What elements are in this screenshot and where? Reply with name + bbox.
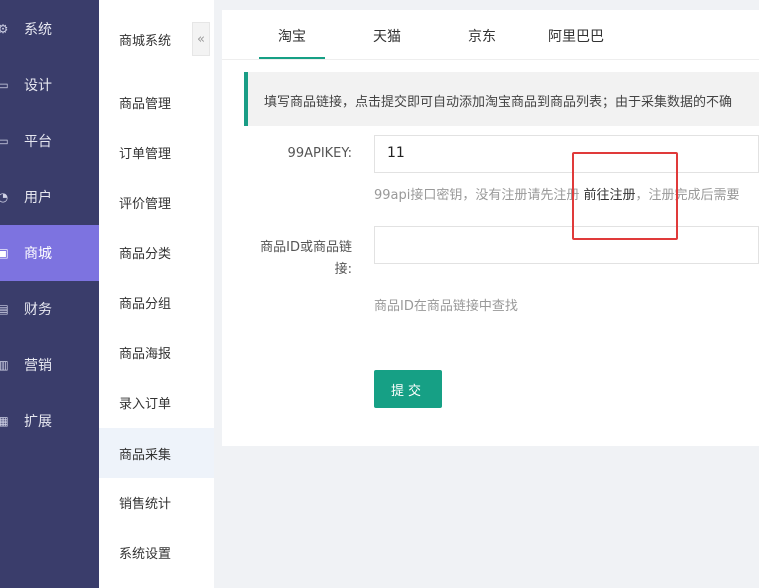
primary-sidebar: ⚙ 系统 ▭ 设计 ▭ 平台 ◔ 用户 ▣ 商城 ▤ 财务 ▥ 营销 ▦ 扩展 — [0, 0, 99, 588]
nav1-item-design[interactable]: ▭ 设计 — [0, 57, 99, 113]
notice-text: 填写商品链接，点击提交即可自动添加淘宝商品到商品列表；由于采集数据的不确 — [264, 95, 733, 110]
nav2-item-order-manage[interactable]: 订单管理 — [99, 127, 214, 177]
grid-icon: ▦ — [0, 414, 9, 428]
nav1-item-platform[interactable]: ▭ 平台 — [0, 113, 99, 169]
apikey-hint-text: 99api接口密钥，没有注册请先注册 — [374, 188, 584, 203]
tab-tmall[interactable]: 天猫 — [373, 26, 401, 46]
nav1-item-label: 扩展 — [24, 414, 52, 430]
tab-jd[interactable]: 京东 — [468, 26, 496, 46]
nav1-item-label: 平台 — [24, 134, 52, 150]
notice-banner: 填写商品链接，点击提交即可自动添加淘宝商品到商品列表；由于采集数据的不确 — [244, 72, 759, 126]
nav1-item-label: 营销 — [24, 358, 52, 374]
apikey-hint: 99api接口密钥，没有注册请先注册 前往注册，注册完成后需要 — [374, 184, 740, 203]
nav2-item-goods-group[interactable]: 商品分组 — [99, 277, 214, 327]
active-tab-indicator — [259, 57, 325, 59]
goods-link-label-line1: 商品ID或商品链 — [260, 240, 352, 255]
nav1-item-label: 用户 — [24, 190, 52, 206]
nav2-item-system-settings[interactable]: 系统设置 — [99, 527, 214, 577]
platform-tabs: 淘宝 天猫 京东 阿里巴巴 — [222, 10, 759, 60]
nav1-item-mall[interactable]: ▣ 商城 — [0, 225, 99, 281]
nav1-item-label: 财务 — [24, 302, 52, 318]
goods-link-hint: 商品ID在商品链接中查找 — [374, 299, 518, 314]
nav2-item-sales-stats[interactable]: 销售统计 — [99, 477, 214, 527]
apikey-value: 11 — [387, 145, 405, 161]
collapse-sidebar-button[interactable]: « — [192, 22, 210, 56]
nav1-item-marketing[interactable]: ▥ 营销 — [0, 337, 99, 393]
highlight-box — [572, 152, 678, 240]
user-icon: ◔ — [0, 190, 9, 204]
nav2-item-goods-poster[interactable]: 商品海报 — [99, 327, 214, 377]
nav1-item-finance[interactable]: ▤ 财务 — [0, 281, 99, 337]
goods-link-label: 商品ID或商品链 接: — [242, 237, 352, 281]
nav2-item-goods-manage[interactable]: 商品管理 — [99, 77, 214, 127]
tab-alibaba[interactable]: 阿里巴巴 — [548, 26, 604, 46]
monitor-icon: ▭ — [0, 78, 9, 92]
nav2-item-review-manage[interactable]: 评价管理 — [99, 177, 214, 227]
nav2-item-enter-order[interactable]: 录入订单 — [99, 377, 214, 427]
apikey-label: 99APIKEY: — [287, 146, 352, 161]
submit-button[interactable]: 提交 — [374, 370, 442, 408]
wallet-icon: ▤ — [0, 302, 9, 316]
monitor-icon: ▭ — [0, 134, 9, 148]
nav1-item-user[interactable]: ◔ 用户 — [0, 169, 99, 225]
nav1-item-label: 商城 — [24, 246, 52, 262]
secondary-sidebar: 商城系统 商品管理 订单管理 评价管理 商品分类 商品分组 商品海报 录入订单 … — [99, 0, 214, 588]
cart-icon: ▣ — [0, 246, 9, 260]
collect-card: 淘宝 天猫 京东 阿里巴巴 填写商品链接，点击提交即可自动添加淘宝商品到商品列表… — [222, 10, 759, 446]
tab-taobao[interactable]: 淘宝 — [278, 26, 306, 46]
nav2-item-goods-collect[interactable]: 商品采集 — [99, 428, 214, 478]
nav1-item-label: 设计 — [24, 78, 52, 94]
apikey-input[interactable]: 11 — [374, 135, 759, 173]
chart-icon: ▥ — [0, 358, 9, 372]
nav1-item-extend[interactable]: ▦ 扩展 — [0, 393, 99, 449]
nav2-item-goods-category[interactable]: 商品分类 — [99, 227, 214, 277]
goods-link-label-line2: 接: — [334, 262, 352, 277]
goods-link-input[interactable] — [374, 226, 759, 264]
nav1-item-system[interactable]: ⚙ 系统 — [0, 1, 99, 57]
nav1-item-label: 系统 — [24, 22, 52, 38]
gear-icon: ⚙ — [0, 22, 9, 36]
